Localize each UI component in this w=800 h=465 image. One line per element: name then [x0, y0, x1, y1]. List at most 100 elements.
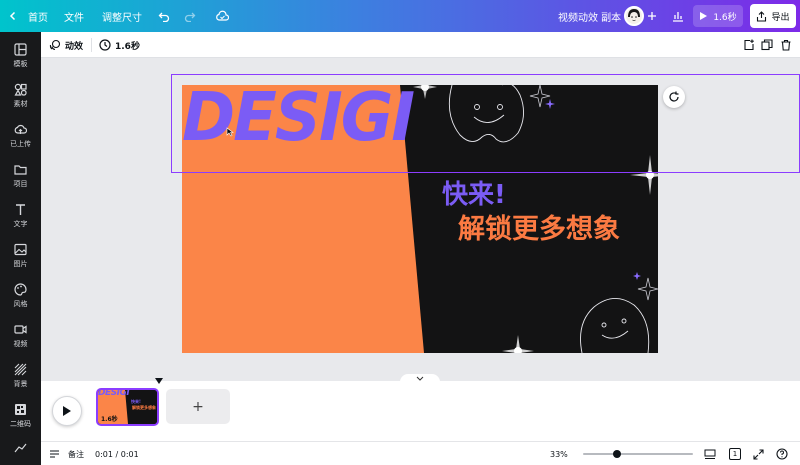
play-icon — [63, 406, 71, 416]
sidebar-item-backgrounds[interactable]: 背景 — [0, 356, 41, 396]
image-icon — [14, 243, 27, 256]
home-button[interactable]: 首页 — [8, 0, 48, 32]
divider — [91, 38, 92, 52]
sidebar-item-videos[interactable]: 视频 — [0, 316, 41, 356]
avatar[interactable] — [624, 6, 644, 26]
thumbnail-heading: DESIGI — [98, 388, 130, 398]
help-icon — [776, 448, 788, 460]
playback-time: 0:01 / 0:01 — [95, 442, 139, 465]
document-title-text: 视频动效 副本 — [558, 12, 622, 24]
help-button[interactable] — [776, 442, 788, 465]
page-thumbnail[interactable]: DESIGI 快来! 解锁更多想象 1.6秒 — [96, 388, 159, 426]
undo-button[interactable] — [154, 5, 174, 27]
sidebar-item-label: 背景 — [13, 380, 28, 388]
add-page-button[interactable]: + — [166, 389, 230, 424]
sidebar-item-label: 图片 — [13, 260, 28, 268]
sidebar-item-photos[interactable]: 图片 — [0, 236, 41, 276]
add-page-icon — [744, 39, 754, 51]
sidebar-item-label: 已上传 — [10, 140, 31, 148]
background-icon — [14, 363, 27, 376]
plus-icon — [648, 12, 656, 20]
page-number-text: 1 — [732, 450, 738, 458]
clock-icon — [99, 39, 111, 51]
thumbnail-duration: 1.6秒 — [101, 416, 118, 423]
avatar-face-icon — [626, 8, 642, 24]
notes-label: 备注 — [68, 449, 84, 459]
slide-text-line2[interactable]: 解锁更多想象 — [458, 207, 620, 246]
sidebar-item-label: 素材 — [13, 100, 28, 108]
sidebar-item-qrcode[interactable]: 二维码 — [0, 396, 41, 436]
sidebar-item-text[interactable]: 文字 — [0, 196, 41, 236]
duration-label: 1.6秒 — [115, 41, 140, 52]
grid-view-icon — [704, 449, 716, 459]
top-bar: 首页 文件 调整尺寸 视频动效 副本 1.6秒 导出 — [0, 0, 800, 32]
sidebar-item-label: 视频 — [13, 340, 28, 348]
sidebar-item-styles[interactable]: 风格 — [0, 276, 41, 316]
add-collaborator-button[interactable] — [645, 5, 659, 27]
playback-time-text: 0:01 / 0:01 — [95, 449, 139, 459]
editor-toolbar: 动效 1.6秒 — [41, 32, 800, 58]
notes-button[interactable]: 备注 — [49, 442, 84, 465]
zoom-slider[interactable] — [583, 450, 693, 458]
export-label: 导出 — [771, 12, 790, 23]
thumbnail-line2: 解锁更多想象 — [132, 405, 156, 410]
page-number-button[interactable]: 1 — [729, 442, 741, 465]
expand-icon — [753, 448, 764, 460]
sidebar-item-uploads[interactable]: 已上传 — [0, 116, 41, 156]
file-label: 文件 — [64, 12, 84, 24]
upload-icon — [14, 124, 27, 134]
file-menu-button[interactable]: 文件 — [64, 0, 84, 32]
zoom-slider-thumb[interactable] — [613, 450, 621, 458]
redo-button[interactable] — [180, 5, 200, 27]
sidebar-item-label: 风格 — [13, 300, 28, 308]
redo-icon — [184, 12, 196, 22]
text-icon — [16, 204, 25, 215]
sidebar-item-label: 二维码 — [10, 420, 31, 428]
duration-button[interactable]: 1.6秒 — [99, 32, 140, 58]
playhead-marker-icon — [155, 378, 163, 384]
export-button[interactable]: 导出 — [750, 4, 796, 28]
add-page-label: + — [192, 398, 204, 415]
sidebar-item-templates[interactable]: 模板 — [0, 36, 41, 76]
slide-text-line1[interactable]: 快来! — [442, 174, 506, 211]
animate-button[interactable]: 动效 — [49, 32, 83, 58]
cursor-icon — [226, 127, 234, 137]
design-heading[interactable]: DESIGI — [182, 85, 415, 157]
insights-button[interactable] — [668, 5, 688, 27]
add-page-toolbar-button[interactable] — [743, 32, 755, 58]
status-bar: 备注 0:01 / 0:01 33% 1 — [41, 441, 800, 465]
video-icon — [14, 325, 27, 334]
page-number-box: 1 — [729, 448, 741, 460]
preview-play-button[interactable]: 1.6秒 — [693, 5, 743, 27]
home-label: 首页 — [28, 12, 48, 24]
cloud-icon — [216, 10, 229, 21]
qrcode-icon — [15, 404, 26, 415]
design-slide[interactable]: DESIGI 快来! 解锁更多想象 — [182, 85, 658, 353]
chart-line-icon — [14, 443, 27, 452]
regenerate-button[interactable] — [663, 86, 685, 108]
grid-view-button[interactable] — [704, 442, 716, 465]
zoom-percentage[interactable]: 33% — [550, 442, 568, 465]
sidebar-item-projects[interactable]: 项目 — [0, 156, 41, 196]
timeline-play-button[interactable] — [52, 396, 82, 426]
animate-label: 动效 — [65, 41, 84, 52]
elements-icon — [14, 83, 27, 96]
play-icon — [700, 12, 708, 20]
duplicate-page-button[interactable] — [761, 32, 773, 58]
trash-icon — [781, 39, 791, 51]
preview-duration: 1.6秒 — [713, 12, 737, 23]
chevron-down-icon — [416, 376, 424, 381]
notes-icon — [50, 450, 59, 458]
layout-icon — [14, 43, 27, 56]
refresh-icon — [669, 91, 679, 102]
delete-page-button[interactable] — [780, 32, 792, 58]
document-title[interactable]: 视频动效 副本 — [558, 0, 621, 32]
duplicate-icon — [761, 39, 773, 51]
sidebar-item-elements[interactable]: 素材 — [0, 76, 41, 116]
sidebar-item-label: 文字 — [13, 220, 28, 228]
sidebar-item-charts[interactable] — [0, 436, 41, 458]
sidebar-item-label: 项目 — [13, 180, 28, 188]
fullscreen-button[interactable] — [753, 442, 764, 465]
cloud-save-button[interactable] — [212, 5, 232, 27]
resize-button[interactable]: 调整尺寸 — [102, 0, 142, 32]
